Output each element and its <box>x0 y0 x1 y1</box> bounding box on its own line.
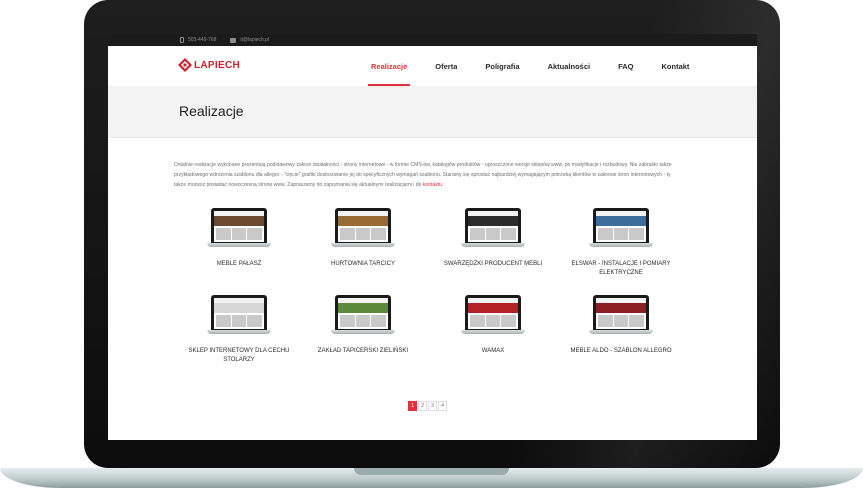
project-title[interactable]: MEBLE PAŁASZ <box>174 260 304 269</box>
project-card[interactable]: SKLEP INTERNETOWY DLA CECHU STOLARZY <box>174 295 304 365</box>
nav-item-realizacje[interactable]: Realizacje <box>367 46 411 86</box>
intro-text: Ostatnie realizacje wykonane prezentują … <box>174 160 684 190</box>
pagination: 1234 <box>408 401 447 411</box>
project-card[interactable]: ELSWAR - INSTALACJE I POMIARY ELEKTRYCZN… <box>556 208 686 278</box>
logo-mark-icon <box>178 58 192 72</box>
intro-end: . <box>442 182 444 188</box>
project-card[interactable]: HURTOWNIA TARCICY <box>298 208 428 269</box>
main-nav: Realizacje Oferta Poligrafia Aktualności FAQ… <box>367 46 716 86</box>
page-4-button[interactable]: 4 <box>438 401 447 411</box>
logo[interactable]: LAPIECH <box>178 58 240 72</box>
page-2-button[interactable]: 2 <box>418 401 427 411</box>
logo-text: LAPIECH <box>194 59 240 71</box>
project-thumbnail[interactable] <box>207 208 271 252</box>
project-card[interactable]: SWARZĘDZKI PRODUCENT MEBLI <box>428 208 558 269</box>
nav-item-kontakt[interactable]: Kontakt <box>661 46 691 86</box>
project-title[interactable]: ZAKŁAD TAPICERSKI ZIELIŃSKI <box>298 347 428 356</box>
project-card[interactable]: MEBLE ALDO - SZABLON ALLEGRO <box>556 295 686 356</box>
project-card[interactable]: ZAKŁAD TAPICERSKI ZIELIŃSKI <box>298 295 428 356</box>
project-title[interactable]: MEBLE ALDO - SZABLON ALLEGRO <box>556 347 686 356</box>
laptop-notch <box>354 468 509 475</box>
project-card[interactable]: WAMAX <box>428 295 558 356</box>
page-3-button[interactable]: 3 <box>428 401 437 411</box>
mail-icon <box>230 37 237 43</box>
project-card[interactable]: MEBLE PAŁASZ <box>174 208 304 269</box>
project-thumbnail[interactable] <box>207 295 271 339</box>
project-thumbnail[interactable] <box>589 208 653 252</box>
project-thumbnail[interactable] <box>461 208 525 252</box>
contact-link[interactable]: kontaktu <box>423 182 442 188</box>
nav-item-faq[interactable]: FAQ <box>617 46 634 86</box>
project-thumbnail[interactable] <box>331 295 395 339</box>
project-title[interactable]: HURTOWNIA TARCICY <box>298 260 428 269</box>
phone-icon <box>180 37 184 43</box>
phone-contact: 503-449-768 <box>180 37 216 43</box>
project-title[interactable]: ELSWAR - INSTALACJE I POMIARY ELEKTRYCZN… <box>556 260 686 278</box>
top-bar: 503-449-768 it@lapiech.pl <box>108 34 757 46</box>
project-thumbnail[interactable] <box>331 208 395 252</box>
site-header: LAPIECH Realizacje Oferta Poligrafia Aktual… <box>108 46 757 87</box>
screen: 503-449-768 it@lapiech.pl LAPIECH Realiz… <box>108 34 757 440</box>
page-title: Realizacje <box>179 103 244 119</box>
project-thumbnail[interactable] <box>461 295 525 339</box>
page-1-button[interactable]: 1 <box>408 401 417 411</box>
project-thumbnail[interactable] <box>589 295 653 339</box>
project-title[interactable]: SKLEP INTERNETOWY DLA CECHU STOLARZY <box>174 347 304 365</box>
project-title[interactable]: SWARZĘDZKI PRODUCENT MEBLI <box>428 260 558 269</box>
email-contact[interactable]: it@lapiech.pl <box>230 37 269 43</box>
nav-item-poligrafia[interactable]: Poligrafia <box>484 46 520 86</box>
nav-item-oferta[interactable]: Oferta <box>434 46 458 86</box>
nav-item-aktualności[interactable]: Aktualności <box>547 46 592 86</box>
project-title[interactable]: WAMAX <box>428 347 558 356</box>
email-address[interactable]: it@lapiech.pl <box>240 37 269 43</box>
phone-number: 503-449-768 <box>188 37 217 43</box>
